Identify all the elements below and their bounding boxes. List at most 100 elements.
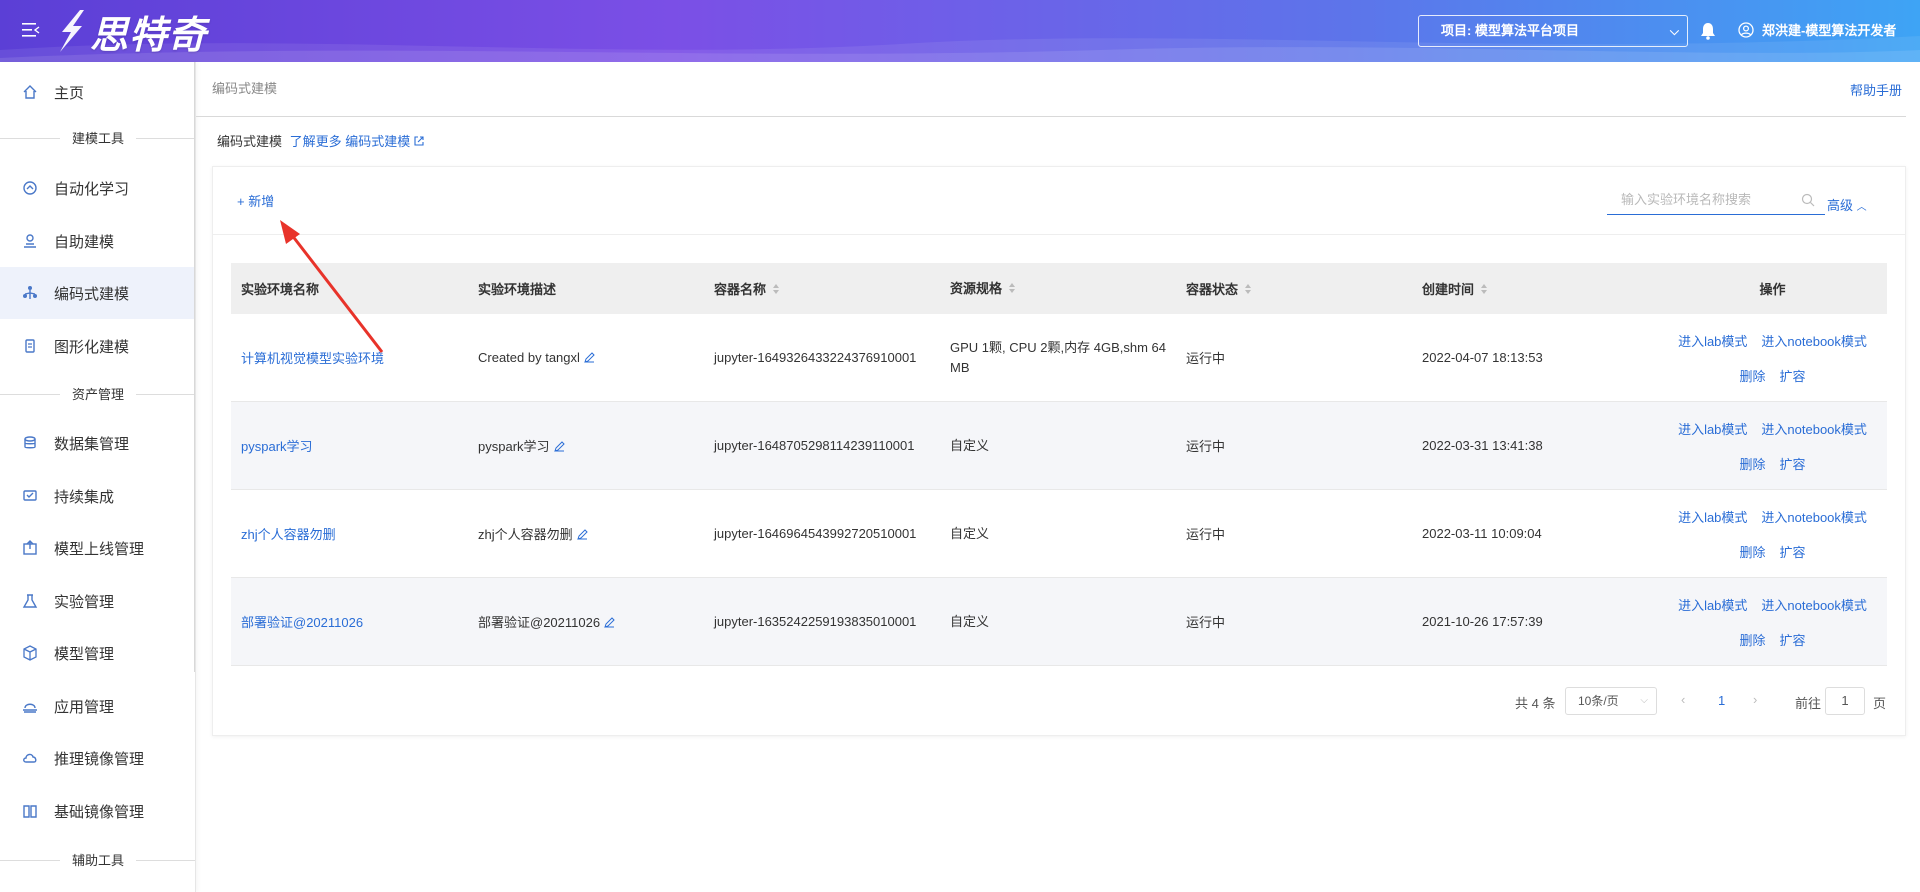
delete-button[interactable]: 删除 xyxy=(1739,457,1765,472)
external-link-icon xyxy=(414,136,424,146)
sidebar-section-asset-management: 资产管理 xyxy=(0,384,195,404)
sidebar-item-inference-image[interactable]: 推理镜像管理 xyxy=(0,732,195,784)
container-status: 运行中 xyxy=(1186,351,1226,366)
page-size-select[interactable]: 10条/页 ⌵ xyxy=(1565,687,1657,715)
chevron-down-icon: ⌵ xyxy=(1669,24,1679,38)
sidebar-item-model-deploy[interactable]: 模型上线管理 xyxy=(0,522,195,574)
sidebar-item-self-modeling[interactable]: 自助建模 xyxy=(0,215,195,267)
enter-notebook-button[interactable]: 进入notebook模式 xyxy=(1761,422,1867,437)
search-input[interactable] xyxy=(1607,185,1787,213)
edit-icon[interactable] xyxy=(553,441,565,452)
environment-name-link[interactable]: 计算机视觉模型实验环境 xyxy=(231,348,468,367)
column-header-status[interactable]: 容器状态 xyxy=(1176,279,1412,298)
column-header-name: 实验环境名称 xyxy=(241,282,320,297)
environment-name-link[interactable]: zhj个人容器勿删 xyxy=(231,524,468,543)
pagination: 共 4 条 10条/页 ⌵ ‹ 1 › 前往 1 页 xyxy=(213,687,1905,717)
edit-icon[interactable] xyxy=(584,352,595,363)
expand-button[interactable]: 扩容 xyxy=(1780,633,1806,648)
user-menu[interactable]: 郑洪建-模型算法开发者 xyxy=(1738,20,1896,39)
sidebar-item-label: 模型上线管理 xyxy=(54,540,145,558)
row-actions: 进入lab模式 进入notebook模式 删除 扩容 xyxy=(1648,507,1887,561)
enter-notebook-button[interactable]: 进入notebook模式 xyxy=(1761,598,1867,613)
sidebar-item-label: 持续集成 xyxy=(54,488,115,506)
card-divider xyxy=(213,234,1905,235)
sidebar-item-graphic-modeling[interactable]: 图形化建模 xyxy=(0,320,195,372)
row-actions: 进入lab模式 进入notebook模式 删除 扩容 xyxy=(1648,419,1887,473)
enter-notebook-button[interactable]: 进入notebook模式 xyxy=(1761,334,1867,349)
project-select-label: 项目: 模型算法平台项目 xyxy=(1441,23,1579,38)
logo-text: 思特奇 xyxy=(90,12,208,57)
sidebar-item-model[interactable]: 模型管理 xyxy=(0,627,195,679)
sidebar-item-label: 基础镜像管理 xyxy=(54,803,145,821)
sidebar-item-auto-learning[interactable]: 自动化学习 xyxy=(0,162,195,214)
sidebar-item-home[interactable]: 主页 xyxy=(0,66,195,118)
search-box xyxy=(1607,185,1825,215)
sidebar-item-experiment[interactable]: 实验管理 xyxy=(0,575,195,627)
learn-more-link[interactable]: 了解更多 编码式建模 xyxy=(290,134,426,149)
sidebar-item-label: 主页 xyxy=(54,84,85,102)
enter-lab-button[interactable]: 进入lab模式 xyxy=(1678,334,1747,349)
advanced-filter-toggle[interactable]: 高级 ︿ xyxy=(1827,195,1867,214)
sort-icon[interactable] xyxy=(1244,283,1252,295)
app-icon xyxy=(22,698,38,714)
expand-button[interactable]: 扩容 xyxy=(1780,457,1806,472)
table-row: pyspark学习 pyspark学习 jupyter-164870529811… xyxy=(231,402,1887,490)
sort-icon[interactable] xyxy=(1480,283,1488,295)
sidebar-item-label: 自动化学习 xyxy=(54,180,130,198)
cloud-icon xyxy=(22,750,38,766)
enter-lab-button[interactable]: 进入lab模式 xyxy=(1678,598,1747,613)
enter-notebook-button[interactable]: 进入notebook模式 xyxy=(1761,510,1867,525)
sidebar-item-label: 推理镜像管理 xyxy=(54,750,145,768)
resource-spec: 自定义 xyxy=(950,613,990,629)
column-header-spec[interactable]: 资源规格 xyxy=(940,279,1176,299)
environment-name-link[interactable]: pyspark学习 xyxy=(231,436,468,455)
container-status: 运行中 xyxy=(1186,527,1226,542)
edit-icon[interactable] xyxy=(604,617,615,628)
sort-icon[interactable] xyxy=(1008,282,1016,294)
bell-icon[interactable] xyxy=(1700,22,1716,40)
enter-lab-button[interactable]: 进入lab模式 xyxy=(1678,422,1747,437)
add-button[interactable]: + 新增 xyxy=(237,191,274,210)
delete-button[interactable]: 删除 xyxy=(1739,545,1765,560)
resource-spec: 自定义 xyxy=(950,437,990,453)
prev-page-button[interactable]: ‹ xyxy=(1681,692,1685,707)
project-select[interactable]: 项目: 模型算法平台项目 ⌵ xyxy=(1418,15,1688,47)
menu-toggle-icon[interactable] xyxy=(22,22,40,38)
sidebar-item-app[interactable]: 应用管理 xyxy=(0,680,195,732)
help-manual-link[interactable]: 帮助手册 xyxy=(1850,80,1902,99)
sidebar-scrollbar[interactable] xyxy=(194,62,195,672)
enter-lab-button[interactable]: 进入lab模式 xyxy=(1678,510,1747,525)
container-name: jupyter-1648705298114239110001 xyxy=(714,438,915,453)
search-icon[interactable] xyxy=(1801,193,1815,207)
resource-spec: GPU 1颗, CPU 2颗,内存 4GB,shm 64 MB xyxy=(950,339,1167,375)
container-status: 运行中 xyxy=(1186,615,1226,630)
delete-button[interactable]: 删除 xyxy=(1739,633,1765,648)
column-header-description: 实验环境描述 xyxy=(478,282,557,297)
delete-button[interactable]: 删除 xyxy=(1739,369,1765,384)
expand-button[interactable]: 扩容 xyxy=(1780,369,1806,384)
sidebar-item-base-image[interactable]: 基础镜像管理 xyxy=(0,785,195,837)
container-name: jupyter-1635242259193835010001 xyxy=(714,614,917,629)
sidebar-item-code-modeling[interactable]: 编码式建模 xyxy=(0,267,195,319)
sidebar: 主页 建模工具 自动化学习 自助建模 编码式建模 图形化建模 资产管理 数据集管… xyxy=(0,62,196,892)
flask-icon xyxy=(22,593,38,609)
integration-icon xyxy=(22,488,38,504)
environment-name-link[interactable]: 部署验证@20211026 xyxy=(231,612,468,631)
goto-page-input[interactable]: 1 xyxy=(1825,687,1865,715)
self-model-icon xyxy=(22,233,38,249)
edit-icon[interactable] xyxy=(576,529,588,540)
environment-description: pyspark学习 xyxy=(468,436,704,455)
sort-icon[interactable] xyxy=(772,283,780,295)
column-header-container[interactable]: 容器名称 xyxy=(704,279,940,298)
sidebar-section-aux-tools: 辅助工具 xyxy=(0,850,195,870)
sidebar-item-ci[interactable]: 持续集成 xyxy=(0,470,195,522)
environment-description: zhj个人容器勿删 xyxy=(468,524,704,543)
intro-title: 编码式建模 xyxy=(217,134,283,149)
sidebar-item-dataset[interactable]: 数据集管理 xyxy=(0,417,195,469)
page-number-current[interactable]: 1 xyxy=(1718,693,1725,708)
container-name: jupyter-1646964543992720510001 xyxy=(714,526,917,541)
brand-logo[interactable]: 思特奇 xyxy=(54,6,208,57)
expand-button[interactable]: 扩容 xyxy=(1780,545,1806,560)
next-page-button[interactable]: › xyxy=(1753,692,1757,707)
column-header-created[interactable]: 创建时间 xyxy=(1412,279,1648,298)
